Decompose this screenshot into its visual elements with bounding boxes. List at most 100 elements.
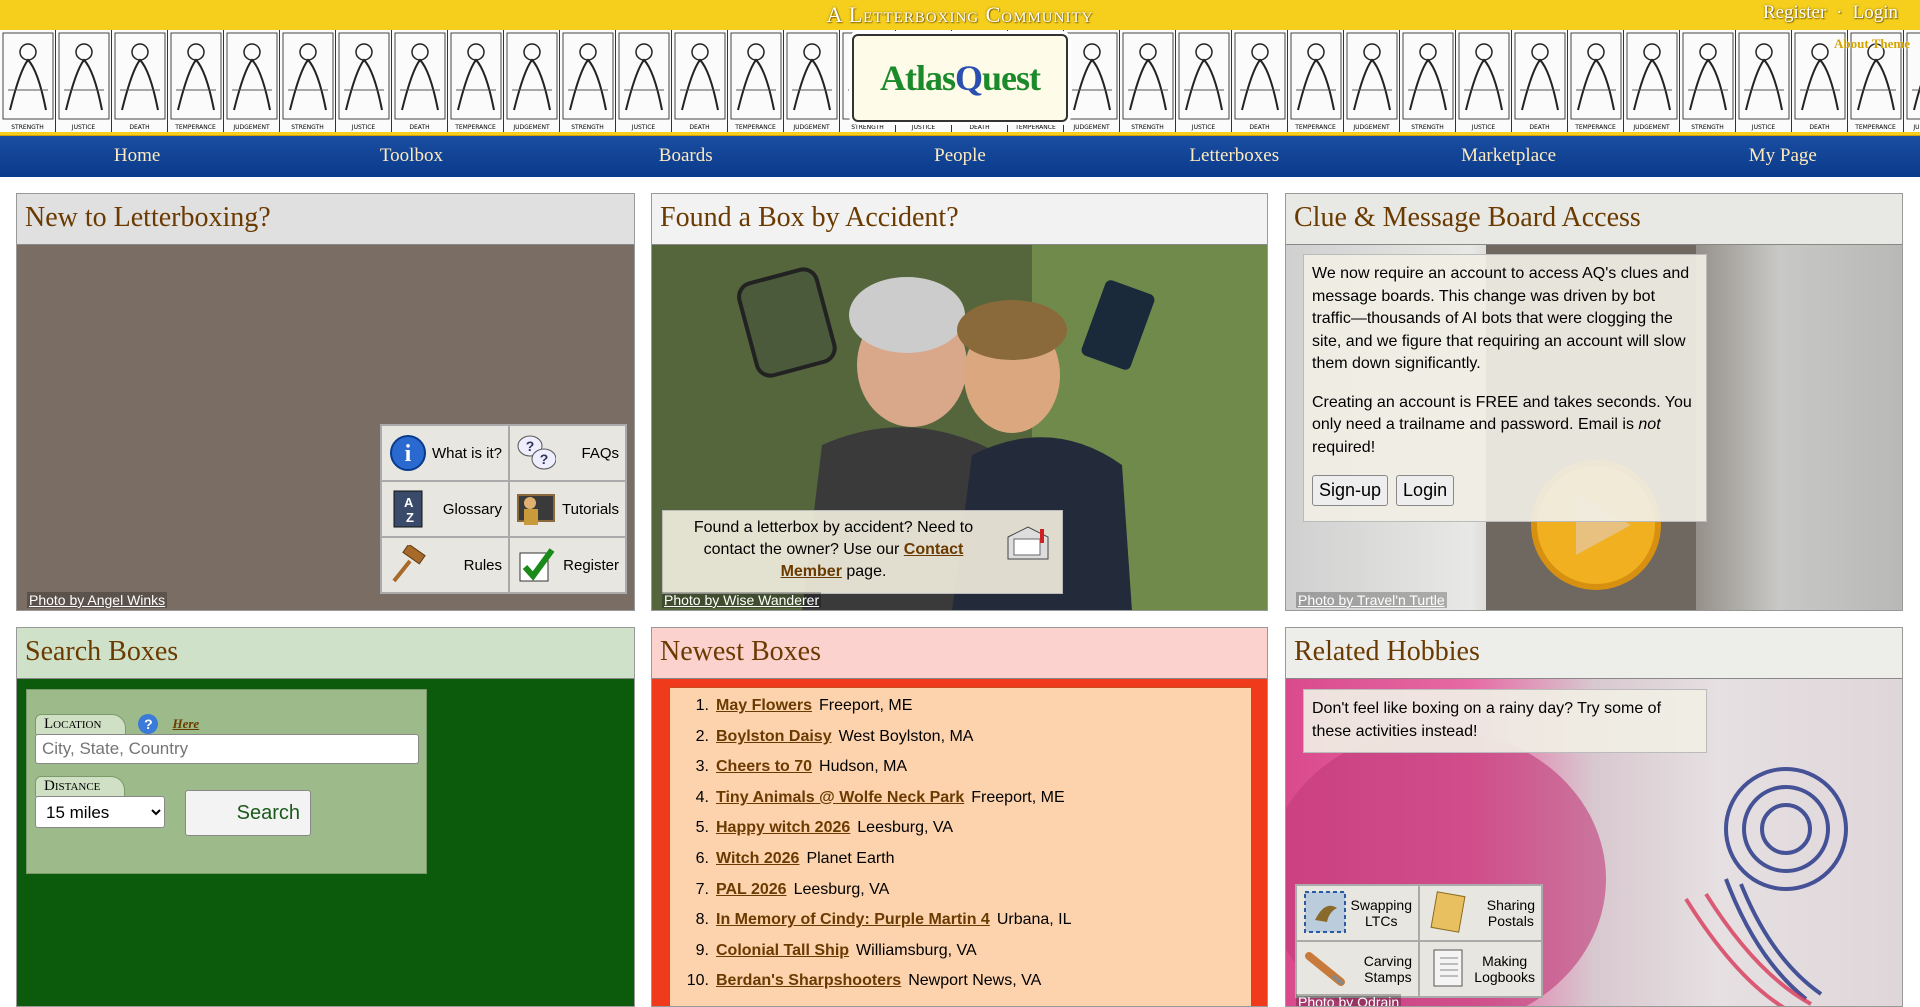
here-link[interactable]: Here [172,716,199,731]
svg-text:i: i [405,441,412,467]
card-label: DEATH [1249,124,1270,131]
item-number: 7. [695,880,709,898]
tarot-card: JUDGEMENT [784,30,840,132]
card-label: TEMPERANCE [175,124,216,131]
about-theme-link[interactable]: About Theme [1834,36,1910,52]
teacher-icon [516,489,556,529]
glossary-button[interactable]: AZ Glossary [381,481,509,537]
box-name-link[interactable]: May Flowers [716,697,812,715]
nav-marketplace[interactable]: Marketplace [1371,136,1645,177]
card-label: JUDGEMENT [233,124,270,131]
card-label: STRENGTH [1691,124,1724,131]
nav-letterboxes[interactable]: Letterboxes [1097,136,1371,177]
tarot-card: DEATH [112,30,168,132]
nav-my-page[interactable]: My Page [1646,136,1920,177]
panel-title: Clue & Message Board Access [1286,194,1902,245]
card-label: DEATH [409,124,430,131]
newest-boxes-panel: Newest Boxes 1. May Flowers Freeport, ME 2.… [651,627,1268,1007]
location-input[interactable] [35,734,419,765]
newest-box-item: 3. Cheers to 70 Hudson, MA [670,758,1251,789]
faqs-button[interactable]: ?? FAQs [509,425,626,481]
box-name-link[interactable]: Witch 2026 [716,850,799,868]
panel-photo: Don't feel like boxing on a rainy day? T… [1286,679,1902,1006]
checkmark-icon [516,545,556,585]
box-location: Leesburg, VA [793,880,890,898]
card-label: JUSTICE [631,124,656,131]
nav-people[interactable]: People [823,136,1097,177]
carving-stamps-button[interactable]: Carving Stamps [1296,941,1419,997]
box-name-link[interactable]: Berdan's Sharpshooters [716,972,901,990]
panel-title: Found a Box by Accident? [652,194,1267,245]
login-link[interactable]: Login [1853,2,1898,23]
photo-credit[interactable]: Photo by Odrain [1296,994,1402,1006]
tarot-card: JUDGEMENT [1624,30,1680,132]
item-number: 6. [695,849,709,867]
search-button[interactable]: Search [185,790,311,836]
svg-text:Z: Z [406,510,414,525]
tarot-card: DEATH [1512,30,1568,132]
box-name-link[interactable]: Colonial Tall Ship [716,942,849,960]
card-label: JUSTICE [911,124,936,131]
item-number: 2. [695,727,709,745]
atlasquest-logo[interactable]: AtlasQuest [852,34,1068,122]
location-label: Location [35,714,127,734]
clue-access-panel: Clue & Message Board Access We now requi… [1285,193,1903,611]
box-location: Newport News, VA [908,972,1042,990]
card-label: STRENGTH [291,124,324,131]
card-label: DEATH [1809,124,1830,131]
card-label: JUSTICE [71,124,96,131]
item-number: 4. [695,788,709,806]
tarot-card: DEATH [1232,30,1288,132]
photo-credit[interactable]: Photo by Angel Winks [27,592,168,608]
panel-photo: i What is it? ?? FAQs AZ Glossary Tutori… [17,245,634,610]
photo-credit[interactable]: Photo by Wise Wanderer [662,592,822,608]
sharing-postals-button[interactable]: Sharing Postals [1419,885,1542,941]
tarot-card: JUSTICE [1176,30,1232,132]
newest-box-item: 10. Berdan's Sharpshooters Newport News, V… [670,972,1251,1003]
box-name-link[interactable]: PAL 2026 [716,881,787,899]
box-name-link[interactable]: Boylston Daisy [716,728,832,746]
panel-title: New to Letterboxing? [17,194,634,245]
box-name-link[interactable]: In Memory of Cindy: Purple Martin 4 [716,911,990,929]
box-location: Hudson, MA [819,758,908,776]
tarot-card: JUSTICE [336,30,392,132]
swapping-ltcs-button[interactable]: Swapping LTCs [1296,885,1419,941]
search-form: Location ? Here Distance 15 miles Search [26,689,427,874]
register-link[interactable]: Register [1763,2,1826,23]
box-location: Leesburg, VA [857,819,954,837]
panel-title: Newest Boxes [652,628,1267,679]
tarot-card: JUDGEMENT [504,30,560,132]
login-button[interactable]: Login [1396,475,1455,506]
nav-home[interactable]: Home [0,136,274,177]
nav-boards[interactable]: Boards [549,136,823,177]
link-separator: · [1836,2,1843,23]
what-is-it-button[interactable]: i What is it? [381,425,509,481]
tarot-banner: STRENGTH JUSTICE DEATH TEMPERANCE JUDGEMENT S… [0,28,1920,135]
tarot-card: DEATH [392,30,448,132]
nav-toolbox[interactable]: Toolbox [274,136,548,177]
account-links: Register · Login [1763,2,1898,24]
logo-text: AtlasQuest [879,58,1041,98]
notebook-icon [1426,946,1470,993]
newest-box-item: 8. In Memory of Cindy: Purple Martin 4 Urb… [670,911,1251,942]
box-name-link[interactable]: Happy witch 2026 [716,819,850,837]
help-icon[interactable]: ? [138,714,159,735]
card-label: TEMPERANCE [1575,124,1616,131]
distance-select[interactable]: 15 miles [35,796,165,829]
box-name-link[interactable]: Tiny Animals @ Wolfe Neck Park [716,789,964,807]
card-label: JUDGEMENT [1353,124,1390,131]
rules-button[interactable]: Rules [381,537,509,593]
tutorials-button[interactable]: Tutorials [509,481,626,537]
sign-up-button[interactable]: Sign-up [1312,475,1389,506]
found-a-box-panel: Found a Box by Accident? Found a letterb… [651,193,1268,611]
card-label: JUSTICE [1471,124,1496,131]
box-location: Freeport, ME [971,788,1065,806]
card-label: DEATH [689,124,710,131]
card-label: STRENGTH [851,124,884,131]
tarot-card: JUSTICE [56,30,112,132]
register-button[interactable]: Register [509,537,626,593]
box-name-link[interactable]: Cheers to 70 [716,758,812,776]
making-logbooks-button[interactable]: Making Logbooks [1419,941,1542,997]
photo-credit[interactable]: Photo by Travel'n Turtle [1296,592,1447,608]
newest-box-item: 9. Colonial Tall Ship Williamsburg, VA [670,942,1251,973]
